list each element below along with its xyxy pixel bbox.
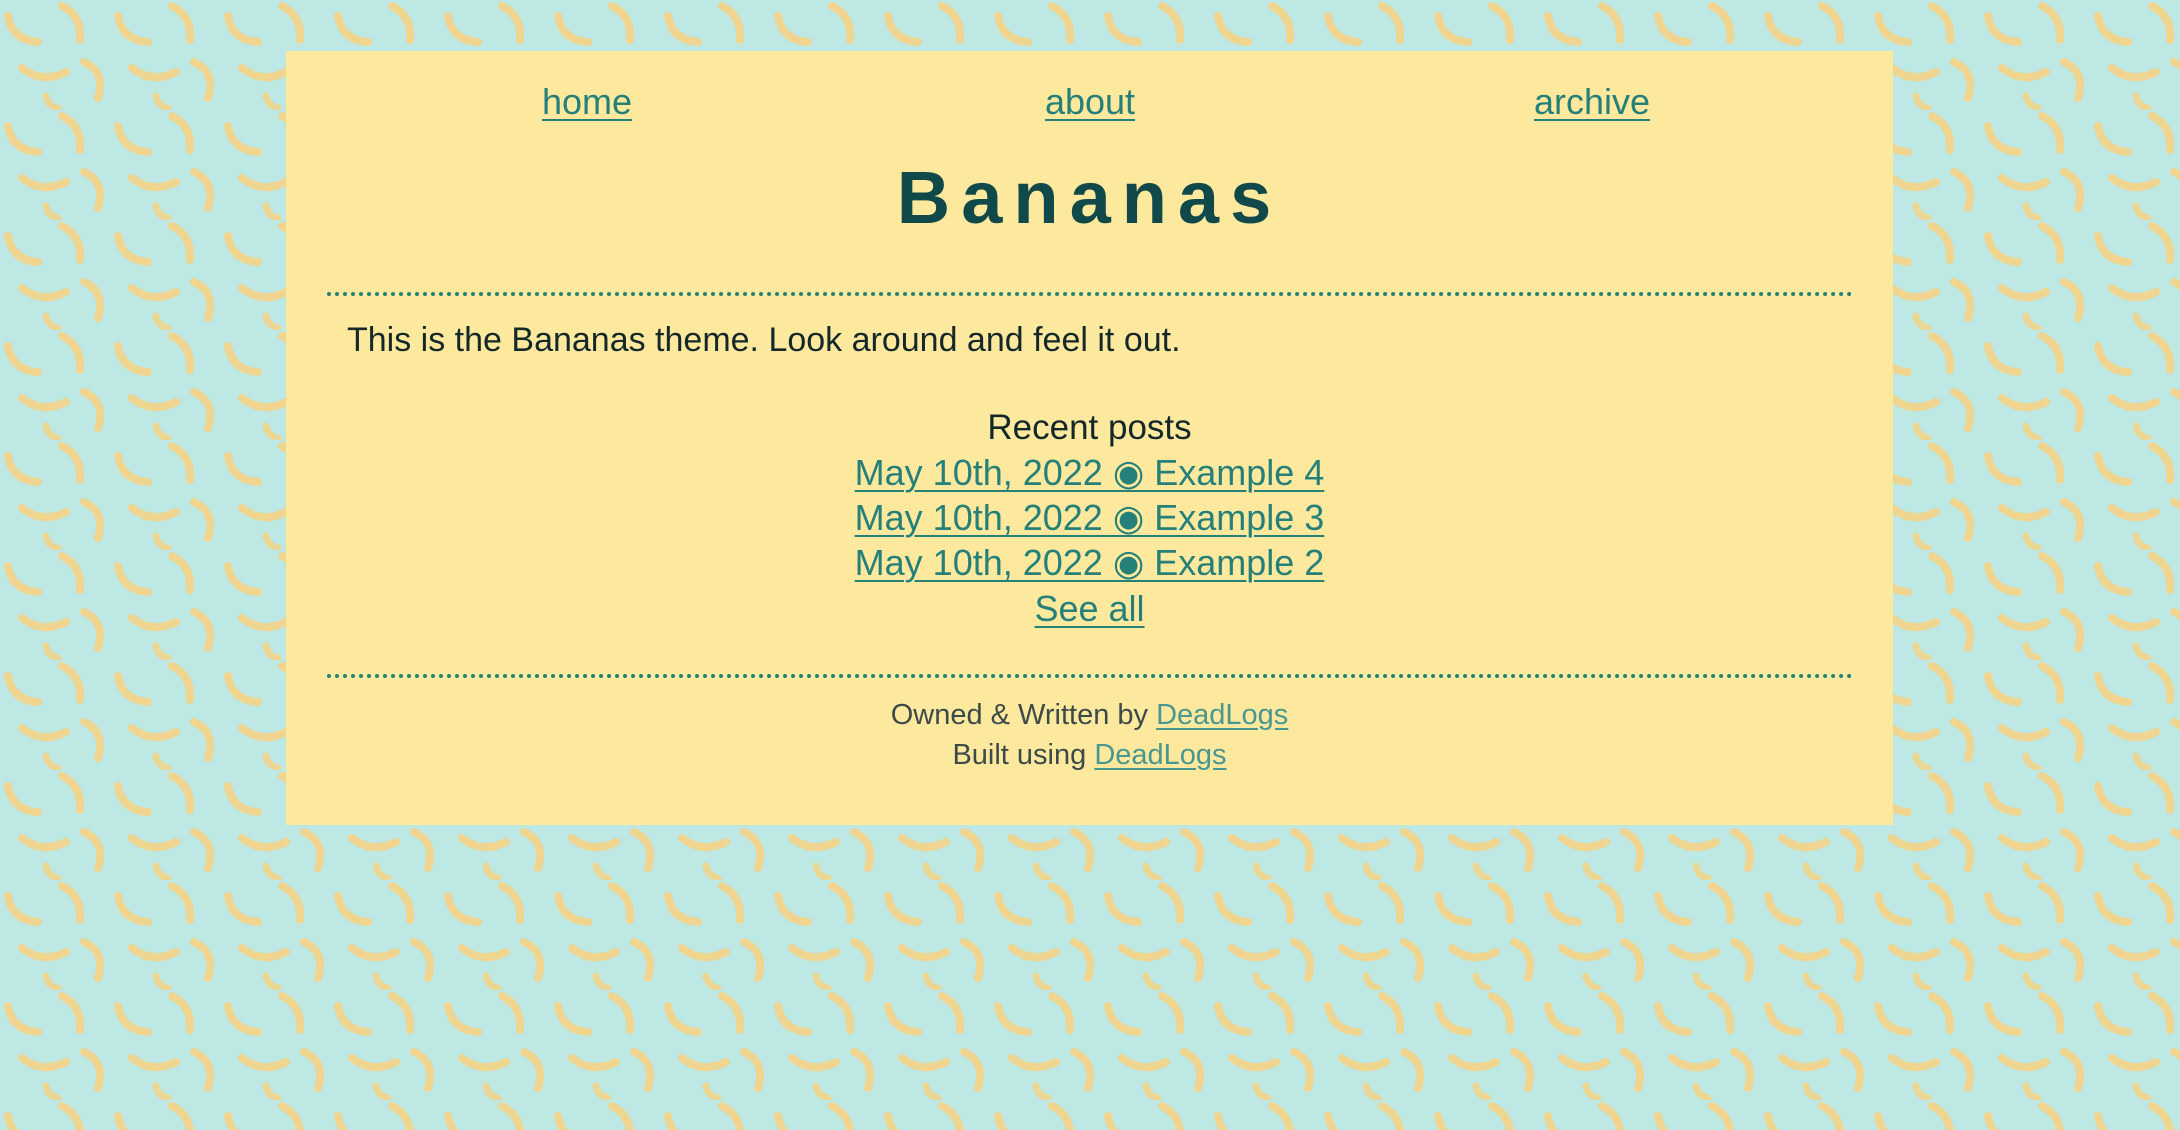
nav-link-home[interactable]: home [542, 81, 632, 123]
intro-text: This is the Bananas theme. Look around a… [347, 321, 1181, 359]
recent-posts-section: Recent posts May 10th, 2022 ◉ Example 4 … [286, 405, 1893, 633]
footer: Owned & Written by DeadLogs Built using … [286, 695, 1893, 775]
post-link[interactable]: May 10th, 2022 ◉ Example 3 [855, 497, 1325, 538]
footer-built-prefix: Built using [952, 739, 1095, 771]
list-item: May 10th, 2022 ◉ Example 3 [286, 495, 1893, 540]
footer-owned-line: Owned & Written by DeadLogs [286, 695, 1893, 735]
header-divider [327, 292, 1853, 296]
footer-builder-link[interactable]: DeadLogs [1094, 739, 1226, 771]
main-panel: home about archive Bananas This is the B… [286, 51, 1893, 825]
footer-built-line: Built using DeadLogs [286, 735, 1893, 775]
footer-owner-link[interactable]: DeadLogs [1156, 699, 1288, 731]
footer-divider [327, 674, 1853, 678]
post-link[interactable]: May 10th, 2022 ◉ Example 2 [855, 542, 1325, 583]
see-all-link[interactable]: See all [1034, 588, 1144, 629]
footer-owned-prefix: Owned & Written by [890, 699, 1157, 731]
nav-link-about[interactable]: about [1045, 81, 1135, 123]
post-link[interactable]: May 10th, 2022 ◉ Example 4 [855, 452, 1325, 493]
recent-posts-heading: Recent posts [987, 408, 1192, 447]
site-title: Bananas [896, 156, 1283, 239]
list-item: May 10th, 2022 ◉ Example 4 [286, 450, 1893, 495]
see-all-row: See all [286, 585, 1893, 633]
nav-link-archive[interactable]: archive [1534, 81, 1650, 123]
recent-posts-list: May 10th, 2022 ◉ Example 4 May 10th, 202… [286, 450, 1893, 585]
list-item: May 10th, 2022 ◉ Example 2 [286, 540, 1893, 585]
